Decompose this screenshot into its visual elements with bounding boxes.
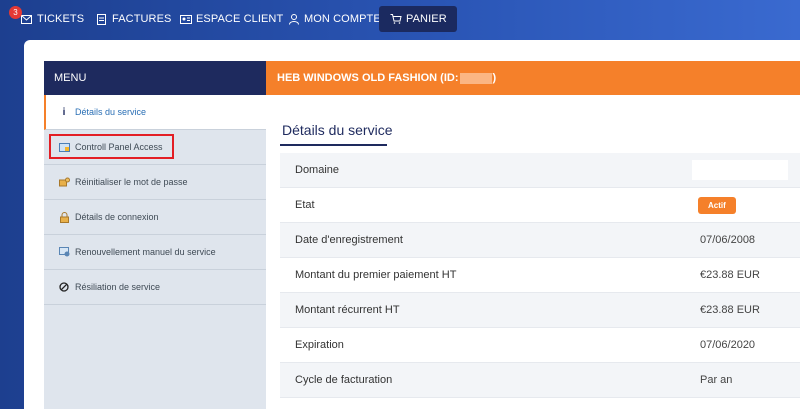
redacted-id (459, 72, 492, 84)
lock-icon (58, 211, 70, 223)
sidebar-item-label: Détails de connexion (75, 212, 159, 222)
service-title-suffix: ) (492, 72, 497, 84)
detail-row-domain: Domaine (280, 153, 800, 188)
detail-value-redacted (692, 160, 788, 180)
detail-label: Etat (295, 199, 315, 211)
sidebar-item-label: Résiliation de service (75, 282, 161, 292)
nav-mon-compte[interactable]: MON COMPTE (287, 6, 381, 32)
status-badge: Actif (698, 196, 736, 214)
sidebar-item-cancellation[interactable]: Résiliation de service (44, 270, 266, 305)
mail-icon (20, 13, 33, 26)
top-navigation: 3 TICKETS FACTURES ESPACE CLIENT MON COM… (0, 0, 800, 38)
sidebar-item-label: Réinitialiser le mot de passe (75, 177, 188, 187)
id-card-icon (179, 13, 192, 26)
detail-row-first-payment: Montant du premier paiement HT €23.88 EU… (280, 258, 800, 293)
service-details-table: Domaine Etat Actif Date d'enregistrement… (280, 153, 800, 398)
detail-value: 07/06/2008 (700, 234, 756, 246)
nav-espace-client[interactable]: ESPACE CLIENT (179, 6, 283, 32)
sidebar-menu: MENU i Détails du service Controll Panel… (44, 61, 266, 409)
nav-espace-client-label: ESPACE CLIENT (196, 13, 284, 25)
sidebar-item-reset-password[interactable]: Réinitialiser le mot de passe (44, 165, 266, 200)
detail-label: Expiration (295, 339, 344, 351)
sidebar-title: MENU (44, 61, 266, 95)
detail-value: €23.88 EUR (700, 304, 760, 316)
detail-row-registration-date: Date d'enregistrement 07/06/2008 (280, 223, 800, 258)
detail-label: Montant du premier paiement HT (295, 269, 457, 281)
user-icon (287, 13, 300, 26)
tickets-count-badge: 3 (9, 6, 22, 19)
key-reset-icon (58, 177, 70, 187)
invoice-icon (95, 13, 108, 26)
renew-icon (58, 247, 70, 257)
detail-label: Montant récurrent HT (295, 304, 400, 316)
service-header: HEB WINDOWS OLD FASHION (ID: ) (266, 61, 800, 95)
detail-row-expiration: Expiration 07/06/2020 (280, 328, 800, 363)
info-icon: i (62, 106, 66, 118)
nav-panier-label: PANIER (406, 13, 447, 25)
nav-factures-label: FACTURES (112, 13, 172, 25)
ban-icon (58, 282, 70, 292)
nav-tickets[interactable]: TICKETS (20, 6, 84, 32)
cart-icon (389, 13, 402, 26)
highlight-box (49, 134, 174, 159)
nav-factures[interactable]: FACTURES (95, 6, 171, 32)
sidebar-item-details-service[interactable]: i Détails du service (44, 95, 266, 130)
sidebar-item-manual-renewal[interactable]: Renouvellement manuel du service (44, 235, 266, 270)
detail-row-billing-cycle: Cycle de facturation Par an (280, 363, 800, 398)
detail-label: Domaine (295, 164, 340, 176)
detail-label: Cycle de facturation (295, 374, 393, 386)
nav-mon-compte-label: MON COMPTE (304, 13, 381, 25)
detail-row-recurring-amount: Montant récurrent HT €23.88 EUR (280, 293, 800, 328)
detail-value: €23.88 EUR (700, 269, 760, 281)
detail-value: Par an (700, 374, 733, 386)
sidebar-item-connection-details[interactable]: Détails de connexion (44, 200, 266, 235)
nav-panier[interactable]: PANIER (379, 6, 457, 32)
section-title: Détails du service (282, 122, 393, 138)
detail-label: Date d'enregistrement (295, 234, 403, 246)
section-title-underline (280, 144, 387, 146)
detail-value: 07/06/2020 (700, 339, 756, 351)
detail-row-status: Etat Actif (280, 188, 800, 223)
sidebar-item-label: Détails du service (75, 107, 147, 117)
nav-tickets-label: TICKETS (37, 13, 85, 25)
sidebar-item-label: Renouvellement manuel du service (75, 247, 216, 257)
service-title-prefix: HEB WINDOWS OLD FASHION (ID: (277, 72, 459, 84)
